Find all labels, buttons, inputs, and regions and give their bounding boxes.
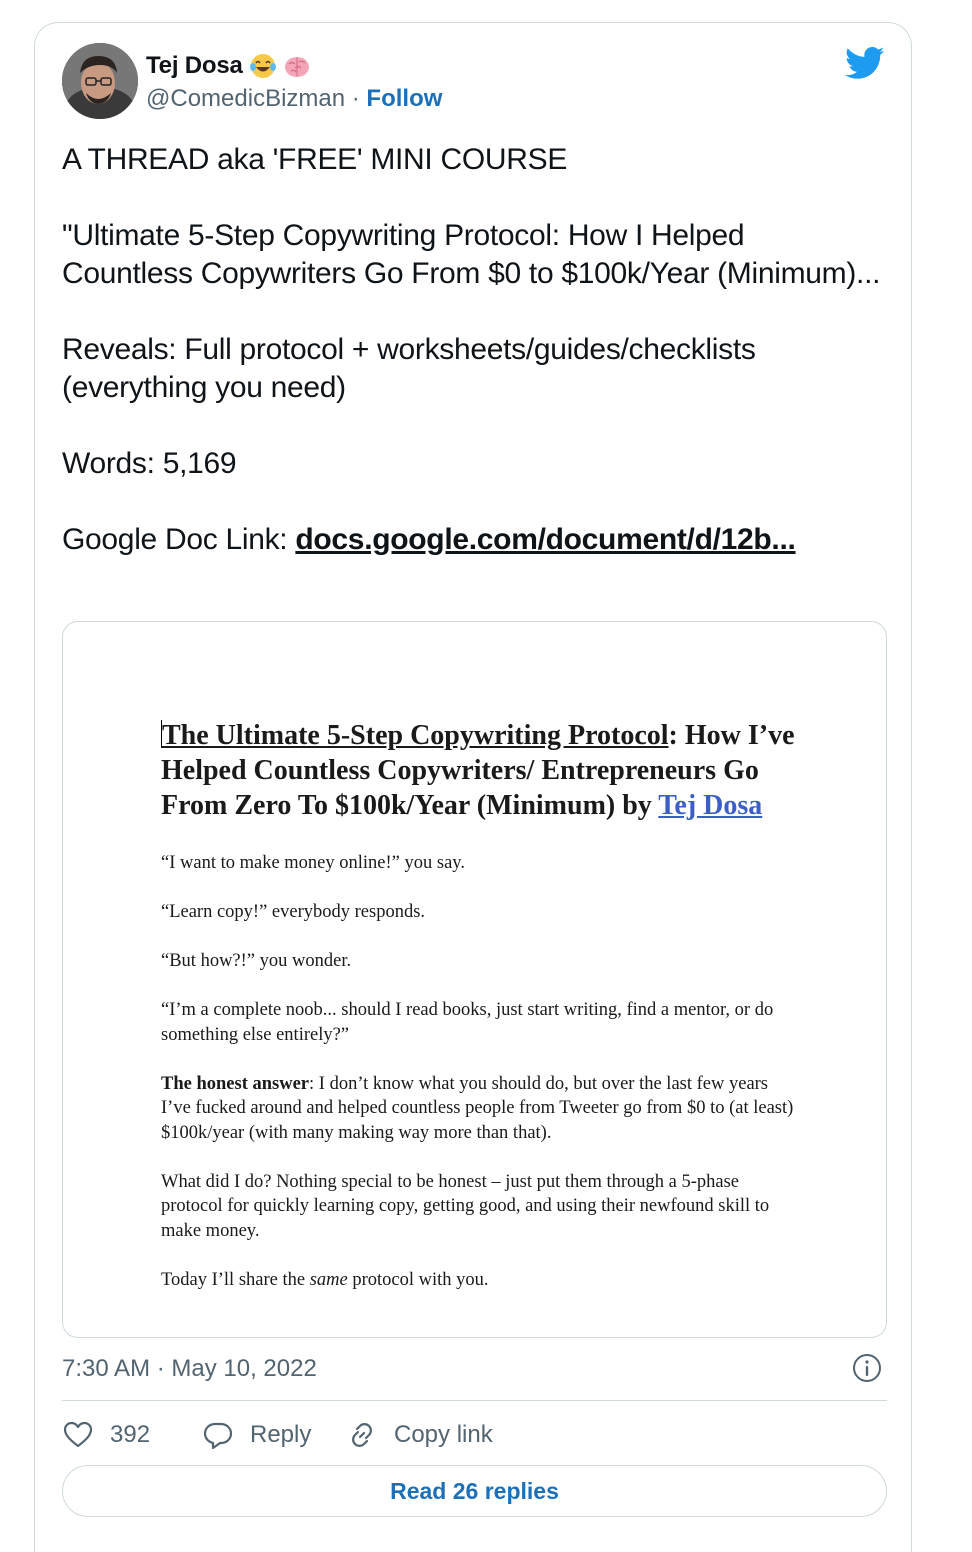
link-icon: [352, 1423, 372, 1447]
info-icon[interactable]: [851, 1352, 883, 1384]
reply-bubble-icon: [203, 1422, 233, 1450]
separator-dot: ·: [345, 85, 367, 112]
author-name-text[interactable]: Tej Dosa: [146, 52, 243, 80]
read-replies-button[interactable]: Read 26 replies: [62, 1465, 887, 1517]
author-name[interactable]: Tej Dosa: [146, 52, 311, 80]
google-doc-link[interactable]: docs.google.com/document/d/12b...: [295, 523, 795, 556]
tweet-paragraph: Words: 5,169: [62, 447, 237, 480]
doc-paragraph: Today I’ll share the same protocol with …: [161, 1268, 801, 1293]
tweet-paragraph: Reveals: Full protocol + worksheets/guid…: [62, 333, 756, 404]
doc-paragraph: What did I do? Nothing special to be hon…: [161, 1171, 770, 1241]
tweet-card: Tej Dosa @ComedicBizman · Follow A THREA…: [34, 22, 912, 1552]
doc-text: Today I’ll share the: [161, 1269, 310, 1290]
doc-paragraph: “But how?!” you wonder.: [161, 951, 352, 971]
tweet-paragraph: "Ultimate 5-Step Copywriting Protocol: H…: [62, 219, 881, 290]
action-bar: 392 Reply Copy link: [62, 1415, 493, 1455]
doc-title: The Ultimate 5-Step Copywriting Protocol…: [161, 718, 801, 823]
like-button[interactable]: 392: [62, 1419, 202, 1451]
twitter-bird-icon[interactable]: [845, 43, 885, 83]
reply-button[interactable]: Reply: [202, 1419, 346, 1451]
heart-icon: [63, 1421, 93, 1448]
tweet-link-paragraph: Google Doc Link: docs.google.com/documen…: [62, 521, 882, 559]
doc-paragraph: “Learn copy!” everybody responds.: [161, 902, 426, 922]
tears-of-joy-emoji: [249, 52, 277, 80]
reply-label: Reply: [250, 1421, 312, 1448]
brain-emoji: [283, 52, 311, 80]
doc-title-underlined: The Ultimate 5-Step Copywriting Protocol: [162, 720, 669, 751]
read-replies-label: Read 26 replies: [390, 1477, 559, 1504]
doc-italic-text: same: [309, 1269, 348, 1290]
doc-preview-card[interactable]: The Ultimate 5-Step Copywriting Protocol…: [62, 621, 887, 1338]
doc-paragraph: “I want to make money online!” you say.: [161, 853, 465, 873]
avatar[interactable]: [62, 43, 138, 119]
copy-link-button[interactable]: Copy link: [346, 1419, 493, 1451]
doc-paragraph: The honest answer: I don’t know what you…: [161, 1072, 801, 1146]
copy-link-label: Copy link: [394, 1421, 493, 1448]
link-prefix: Google Doc Link:: [62, 523, 296, 556]
author-handle[interactable]: @ComedicBizman: [146, 85, 345, 112]
doc-preview-content: The Ultimate 5-Step Copywriting Protocol…: [161, 718, 801, 1317]
tweet-paragraph: A THREAD aka 'FREE' MINI COURSE: [62, 143, 568, 176]
like-count: 392: [110, 1421, 151, 1448]
doc-text: protocol with you.: [347, 1269, 489, 1290]
doc-paragraph: “I’m a complete noob... should I read bo…: [161, 1000, 774, 1045]
doc-author-link: Tej Dosa: [658, 790, 763, 821]
follow-button[interactable]: Follow: [366, 85, 442, 112]
doc-title-colon: :: [668, 720, 678, 751]
handle-line: @ComedicBizman · Follow: [146, 85, 442, 113]
divider: [62, 1400, 887, 1401]
tweet-text: A THREAD aka 'FREE' MINI COURSE "Ultimat…: [62, 141, 882, 559]
doc-bold-lead: The honest answer: [161, 1073, 310, 1094]
tweet-timestamp[interactable]: 7:30 AM · May 10, 2022: [62, 1355, 317, 1383]
